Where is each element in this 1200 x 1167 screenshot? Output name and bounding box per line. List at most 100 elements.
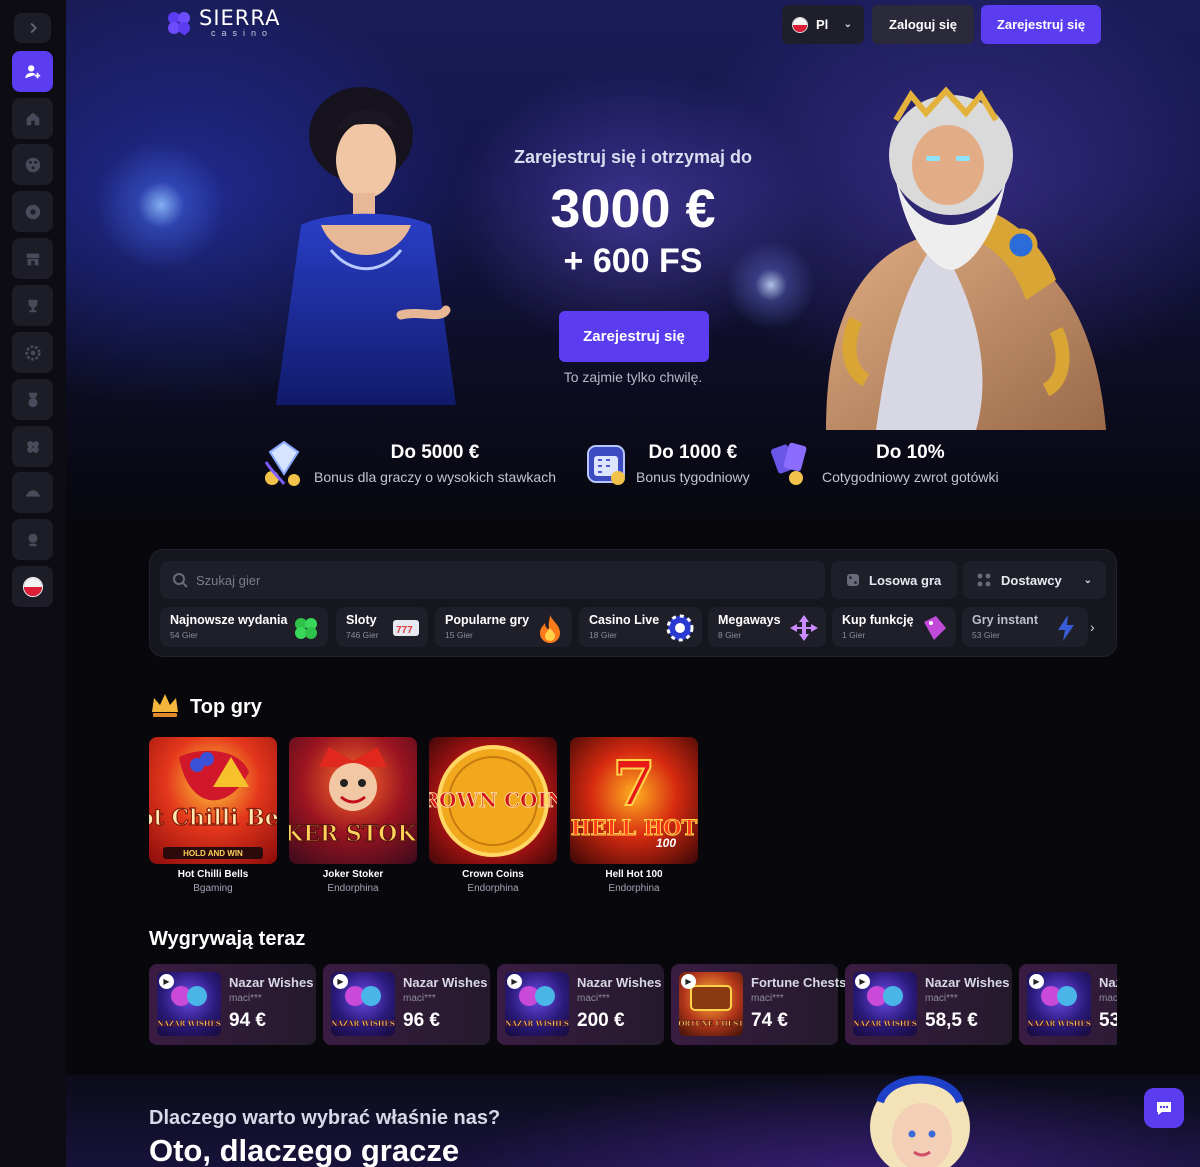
login-button[interactable]: Zaloguj się bbox=[872, 5, 974, 44]
winner-card[interactable]: ▶ FORTUNE CHESTS Fortune Chests maci*** 74 € bbox=[671, 964, 846, 1045]
game-name: Hot Chilli Bells bbox=[177, 869, 249, 880]
game-card[interactable]: CROWN COINS Crown Coins Endorphina bbox=[429, 737, 557, 894]
art-title: JOKER STOKER bbox=[289, 821, 417, 847]
bonus-description: Bonus tygodniowy bbox=[636, 468, 750, 485]
lightning-icon bbox=[1058, 615, 1074, 641]
hero-bonus-amount: 3000 € bbox=[550, 179, 716, 239]
game-provider: Endorphina bbox=[327, 883, 379, 894]
category-popular[interactable]: Popularne gry 15 Gier bbox=[435, 607, 572, 647]
play-icon: ▶ bbox=[159, 974, 174, 989]
hero-woman-illustration bbox=[276, 87, 456, 405]
clover-logo-icon bbox=[168, 12, 190, 36]
art-title: NAZAR WISHES bbox=[1027, 1019, 1091, 1028]
why-us-subtitle: Dlaczego warto wybrać właśnie nas? bbox=[149, 1107, 501, 1129]
winner-game-name: Nazar Wishes bbox=[925, 975, 1010, 990]
bonus-description: Bonus dla graczy o wysokich stawkach bbox=[314, 468, 556, 485]
language-select[interactable]: Pl ⌄ bbox=[782, 5, 864, 44]
play-icon: ▶ bbox=[681, 974, 696, 989]
winner-game-name: Nazar Wishes bbox=[1099, 975, 1117, 990]
game-name: Crown Coins bbox=[462, 869, 524, 880]
sidebar-item-settings[interactable] bbox=[12, 332, 53, 373]
game-card[interactable]: Hot Chilli Bells HOLD AND WIN Hot Chilli… bbox=[149, 737, 277, 894]
winner-card[interactable]: ▶ NAZAR WISHES Nazar Wishes maci*** 200 € bbox=[497, 964, 664, 1045]
category-casino-live[interactable]: Casino Live 18 Gier bbox=[579, 607, 702, 647]
sidebar-item-clover[interactable] bbox=[12, 426, 53, 467]
site-logo[interactable]: SIERRA casino bbox=[165, 8, 281, 38]
sidebar-item-tournament[interactable] bbox=[12, 472, 53, 513]
flag-pl-icon bbox=[22, 576, 43, 597]
game-card[interactable]: 7 HELL HOT 100 Hell Hot 100 Endorphina bbox=[570, 737, 698, 894]
arrows-icon bbox=[790, 615, 818, 641]
user-add-icon bbox=[24, 64, 40, 78]
winner-amount: 58,5 € bbox=[925, 1010, 978, 1031]
hero-subtitle: Zarejestruj się i otrzymaj do bbox=[513, 147, 753, 167]
art-tag: HOLD AND WIN bbox=[183, 849, 243, 858]
random-game-button[interactable]: Losowa gra bbox=[831, 561, 957, 599]
sidebar-item-medal[interactable] bbox=[12, 379, 53, 420]
art-title: CROWN COINS bbox=[429, 788, 557, 812]
providers-label: Dostawcy bbox=[1001, 572, 1062, 588]
svg-text:777: 777 bbox=[396, 625, 413, 636]
category-new-releases[interactable]: Najnowsze wydania 54 Gier bbox=[160, 607, 328, 647]
play-icon: ▶ bbox=[855, 974, 870, 989]
art-title: NAZAR WISHES bbox=[853, 1019, 917, 1028]
sidebar-item-support[interactable] bbox=[12, 519, 53, 560]
register-button[interactable]: Zarejestruj się bbox=[981, 5, 1101, 44]
crown-icon bbox=[152, 694, 178, 717]
logo-wordmark: SIERRA bbox=[199, 6, 281, 30]
game-thumbnail: Hot Chilli Bells HOLD AND WIN bbox=[149, 737, 277, 864]
game-name: Joker Stoker bbox=[322, 869, 384, 880]
winners-list: ▶ NAZAR WISHES Nazar Wishes maci*** 94 € ▶ NAZ… bbox=[149, 964, 1117, 1045]
crown-coins-art: CROWN COINS bbox=[429, 745, 557, 857]
dice-icon bbox=[847, 574, 859, 586]
home-icon bbox=[26, 112, 39, 125]
settings-icon bbox=[24, 344, 41, 361]
winners-title: Wygrywają teraz bbox=[149, 928, 306, 950]
category-megaways[interactable]: Megaways 8 Gier bbox=[708, 607, 826, 647]
game-search-panel: Losowa gra Dostawcy ⌄ Najnowsze wydania … bbox=[149, 549, 1117, 657]
chat-icon bbox=[1157, 1102, 1171, 1115]
winner-card[interactable]: ▶ NAZAR WISHES Nazar Wishes maci*** 94 € bbox=[149, 964, 316, 1045]
search-icon bbox=[173, 573, 188, 588]
winner-card[interactable]: ▶ NAZAR WISHES Nazar Wishes maci*** 96 € bbox=[323, 964, 490, 1045]
winner-card[interactable]: ▶ NAZAR WISHES Nazar Wishes maci*** 53 bbox=[1019, 964, 1117, 1045]
winner-amount: 74 € bbox=[751, 1010, 788, 1031]
sidebar-toggle-button[interactable] bbox=[14, 13, 51, 43]
sidebar-item-trophy[interactable] bbox=[12, 285, 53, 326]
hero-note: To zajmie tylko chwilę. bbox=[563, 369, 703, 385]
winner-card[interactable]: ▶ NAZAR WISHES Nazar Wishes maci*** 58,5 € bbox=[845, 964, 1012, 1045]
providers-icon bbox=[977, 573, 991, 587]
bonus-cashback: Do 10% Cotygodniowy zwrot gotówki bbox=[770, 438, 999, 488]
sidebar-item-register[interactable] bbox=[12, 51, 53, 92]
hero-free-spins: + 600 FS bbox=[563, 242, 703, 280]
art-title: NAZAR WISHES bbox=[331, 1019, 395, 1028]
game-provider: Bgaming bbox=[193, 883, 233, 894]
category-instant-games[interactable]: Gry instant 53 Gier bbox=[962, 607, 1088, 647]
category-buy-feature[interactable]: Kup funkcję 1 Gier bbox=[832, 607, 956, 647]
chevron-right-icon[interactable]: › bbox=[1090, 619, 1095, 635]
sidebar-item-home[interactable] bbox=[12, 98, 53, 139]
sidebar-language-button[interactable] bbox=[12, 566, 53, 607]
art-title: FORTUNE CHESTS bbox=[679, 1019, 743, 1028]
hot-chilli-bells-art: Hot Chilli Bells HOLD AND WIN bbox=[149, 750, 277, 859]
hell-hot-art: 7 HELL HOT 100 bbox=[570, 746, 698, 850]
page: SIERRA casino Pl ⌄ Zaloguj się Zarejestr… bbox=[0, 0, 1200, 1167]
game-provider: Endorphina bbox=[608, 883, 660, 894]
slot-machine-icon: 777 bbox=[393, 620, 419, 636]
chat-button[interactable] bbox=[1144, 1088, 1184, 1128]
bonus-highroller: Do 5000 € Bonus dla graczy o wysokich st… bbox=[262, 438, 556, 488]
hero-register-button[interactable]: Zarejestruj się bbox=[559, 311, 709, 362]
winner-username: maci*** bbox=[925, 993, 958, 1004]
search-field[interactable] bbox=[160, 561, 825, 599]
winner-game-name: Fortune Chests bbox=[751, 975, 847, 990]
category-slots[interactable]: Sloty 746 Gier 777 bbox=[336, 607, 428, 647]
bonus-title: Do 10% bbox=[876, 441, 945, 463]
game-card[interactable]: JOKER STOKER Joker Stoker Endorphina bbox=[289, 737, 417, 894]
clover-icon bbox=[295, 618, 317, 639]
tournament-icon bbox=[25, 489, 40, 497]
play-icon: ▶ bbox=[1029, 974, 1044, 989]
providers-dropdown[interactable]: Dostawcy ⌄ bbox=[963, 561, 1106, 599]
blonde-woman-illustration bbox=[870, 1075, 970, 1167]
search-input[interactable] bbox=[196, 572, 796, 588]
game-thumbnail: JOKER STOKER bbox=[289, 737, 417, 864]
